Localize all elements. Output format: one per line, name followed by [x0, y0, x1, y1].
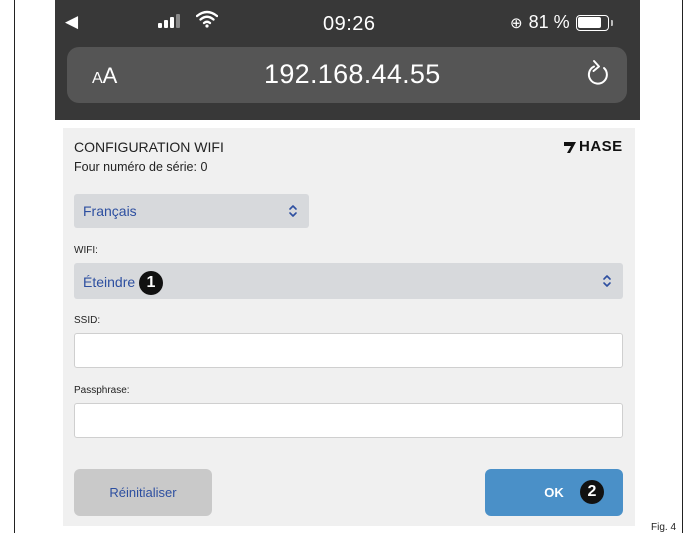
callout-2: 2	[580, 480, 604, 504]
rotation-lock-icon: ⊕	[510, 14, 523, 32]
phone-browser-chrome: ◀ 09:26 ⊕ 81 % AA 192.168.44.55	[55, 0, 640, 120]
ssid-label: SSID:	[74, 315, 101, 326]
address-bar[interactable]: AA 192.168.44.55	[67, 47, 627, 103]
reload-icon[interactable]	[585, 59, 611, 89]
wifi-config-page: CONFIGURATION WIFI Four numéro de série:…	[63, 128, 635, 526]
wifi-select-value: Éteindre	[83, 274, 136, 290]
url-text[interactable]: 192.168.44.55	[264, 59, 441, 90]
logo-text: HASE	[579, 138, 623, 155]
status-bar: ◀ 09:26 ⊕ 81 %	[55, 0, 640, 44]
reset-button[interactable]: Réinitialiser	[74, 469, 212, 516]
battery-status: ⊕ 81 %	[510, 12, 613, 33]
callout-1: 1	[139, 271, 163, 295]
chevron-up-down-icon	[289, 205, 297, 217]
language-select-value: Français	[83, 203, 137, 219]
signal-strength-icon	[158, 14, 180, 28]
wifi-label: WIFI:	[74, 245, 98, 256]
status-time: 09:26	[323, 13, 376, 35]
battery-fill	[578, 17, 601, 28]
figure: ◀ 09:26 ⊕ 81 % AA 192.168.44.55 CONFIGUR…	[0, 0, 690, 533]
page-title: CONFIGURATION WIFI	[74, 139, 224, 155]
chevron-up-down-icon	[603, 275, 611, 287]
figure-frame-right	[682, 0, 683, 533]
hase-hare-icon	[564, 141, 576, 153]
passphrase-label: Passphrase:	[74, 385, 130, 396]
back-arrow-icon[interactable]: ◀	[65, 12, 78, 32]
serial-number: Four numéro de série: 0	[74, 160, 208, 174]
battery-icon	[575, 14, 613, 31]
ssid-input[interactable]	[74, 333, 623, 368]
language-select[interactable]: Français	[74, 194, 309, 228]
wifi-icon	[196, 10, 218, 28]
battery-percent: 81 %	[528, 12, 570, 32]
hase-logo: HASE	[563, 138, 623, 155]
figure-frame-left	[14, 0, 15, 533]
text-size-button[interactable]: AA	[92, 63, 117, 89]
figure-label: Fig. 4	[651, 522, 677, 533]
passphrase-input[interactable]	[74, 403, 623, 438]
